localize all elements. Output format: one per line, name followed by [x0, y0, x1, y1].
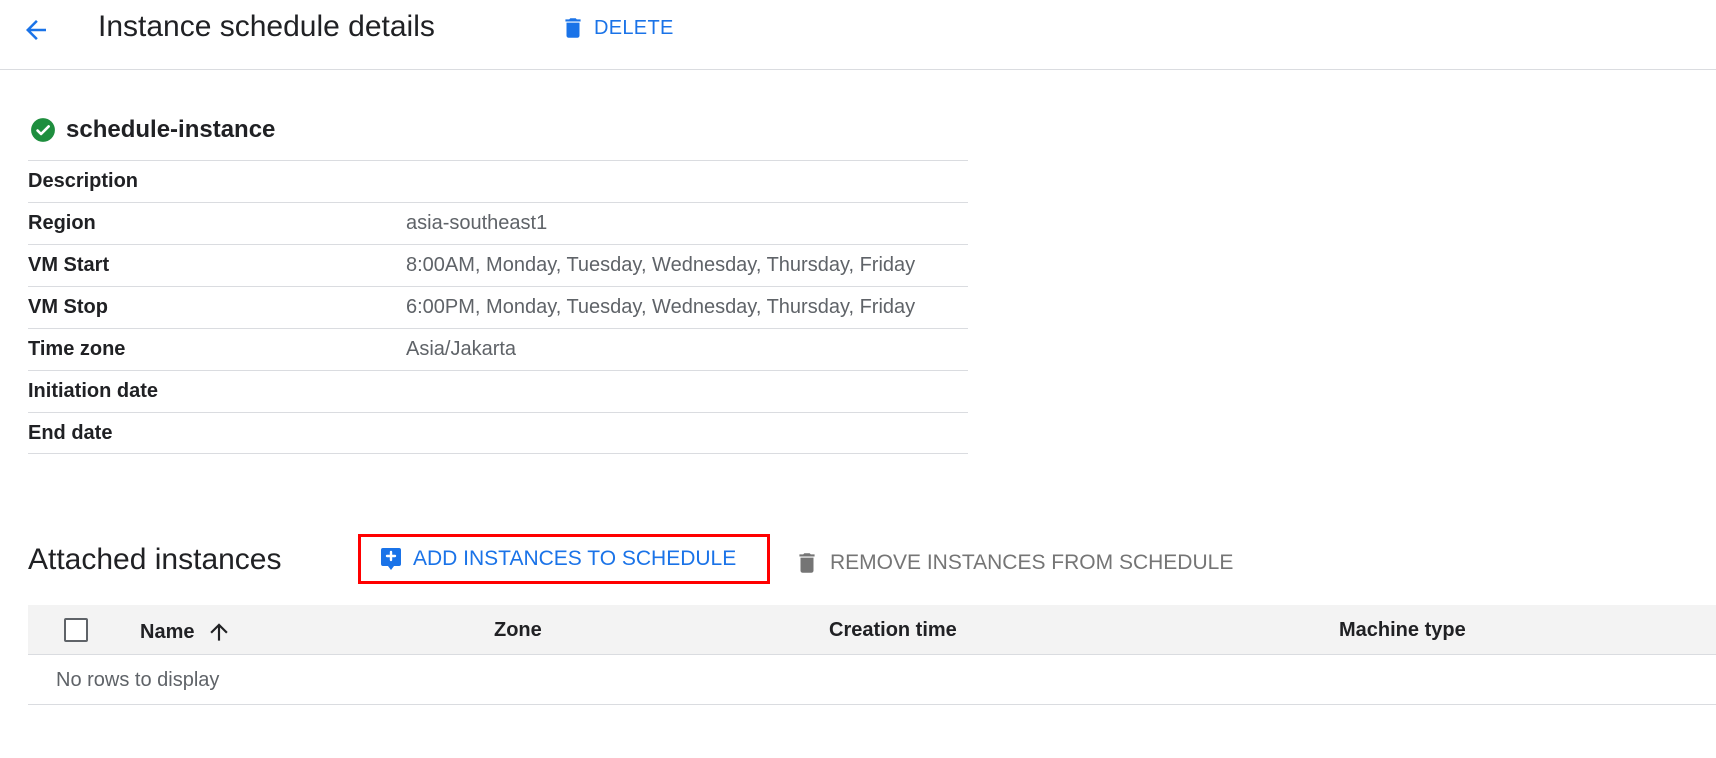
select-all-checkbox[interactable]	[64, 618, 88, 642]
details-key: Initiation date	[28, 380, 158, 402]
delete-button[interactable]: DELETE	[560, 10, 674, 46]
page-title: Instance schedule details	[98, 10, 435, 43]
trash-icon	[565, 18, 581, 38]
details-row-time-zone: Time zone Asia/Jakarta	[28, 328, 968, 370]
column-machine-type[interactable]: Machine type	[1339, 619, 1466, 642]
column-zone[interactable]: Zone	[494, 619, 542, 642]
remove-instances-label: REMOVE INSTANCES FROM SCHEDULE	[830, 551, 1234, 574]
details-key: Time zone	[28, 338, 126, 360]
details-key: End date	[28, 421, 113, 444]
details-key: Description	[28, 170, 139, 192]
trash-icon	[799, 553, 815, 573]
details-key: VM Start	[28, 254, 110, 276]
schedule-name: schedule-instance	[66, 116, 276, 143]
arrow-left-icon	[26, 20, 46, 40]
details-table: Description Region asia-southeast1 VM St…	[28, 160, 968, 454]
empty-table-text: No rows to display	[56, 669, 220, 691]
details-row-vm-stop: VM Stop 6:00PM, Monday, Tuesday, Wednesd…	[28, 286, 968, 328]
delete-label: DELETE	[594, 16, 674, 39]
column-name[interactable]: Name	[140, 619, 232, 645]
column-creation-time[interactable]: Creation time	[829, 619, 957, 642]
details-row-initiation-date: Initiation date	[28, 370, 968, 412]
instances-table: Name Zone Creation time Machine type No …	[28, 605, 1716, 705]
details-row-vm-start: VM Start 8:00AM, Monday, Tuesday, Wednes…	[28, 244, 968, 286]
add-instances-button[interactable]: ADD INSTANCES TO SCHEDULE	[358, 534, 770, 584]
attached-instances-title: Attached instances	[28, 543, 282, 576]
details-value: 6:00PM, Monday, Tuesday, Wednesday, Thur…	[406, 296, 916, 318]
details-row-end-date: End date	[28, 412, 968, 454]
arrow-up-icon	[210, 623, 229, 641]
table-header: Name Zone Creation time Machine type	[28, 605, 1716, 655]
details-row-description: Description	[28, 160, 968, 202]
details-value: Asia/Jakarta	[406, 338, 517, 360]
check-circle-icon	[31, 118, 55, 142]
empty-table-row: No rows to display	[28, 655, 1716, 705]
details-key: VM Stop	[28, 296, 108, 318]
page-header: Instance schedule details DELETE	[0, 0, 1716, 70]
details-value: asia-southeast1	[406, 212, 548, 234]
add-box-icon	[381, 548, 401, 570]
remove-instances-button[interactable]: REMOVE INSTANCES FROM SCHEDULE	[794, 547, 1233, 579]
schedule-status: schedule-instance	[30, 116, 275, 144]
add-instances-label: ADD INSTANCES TO SCHEDULE	[413, 547, 737, 570]
details-key: Region	[28, 212, 96, 234]
details-value: 8:00AM, Monday, Tuesday, Wednesday, Thur…	[406, 254, 916, 276]
back-button[interactable]	[14, 8, 58, 52]
column-name-label: Name	[140, 620, 195, 643]
details-row-region: Region asia-southeast1	[28, 202, 968, 244]
